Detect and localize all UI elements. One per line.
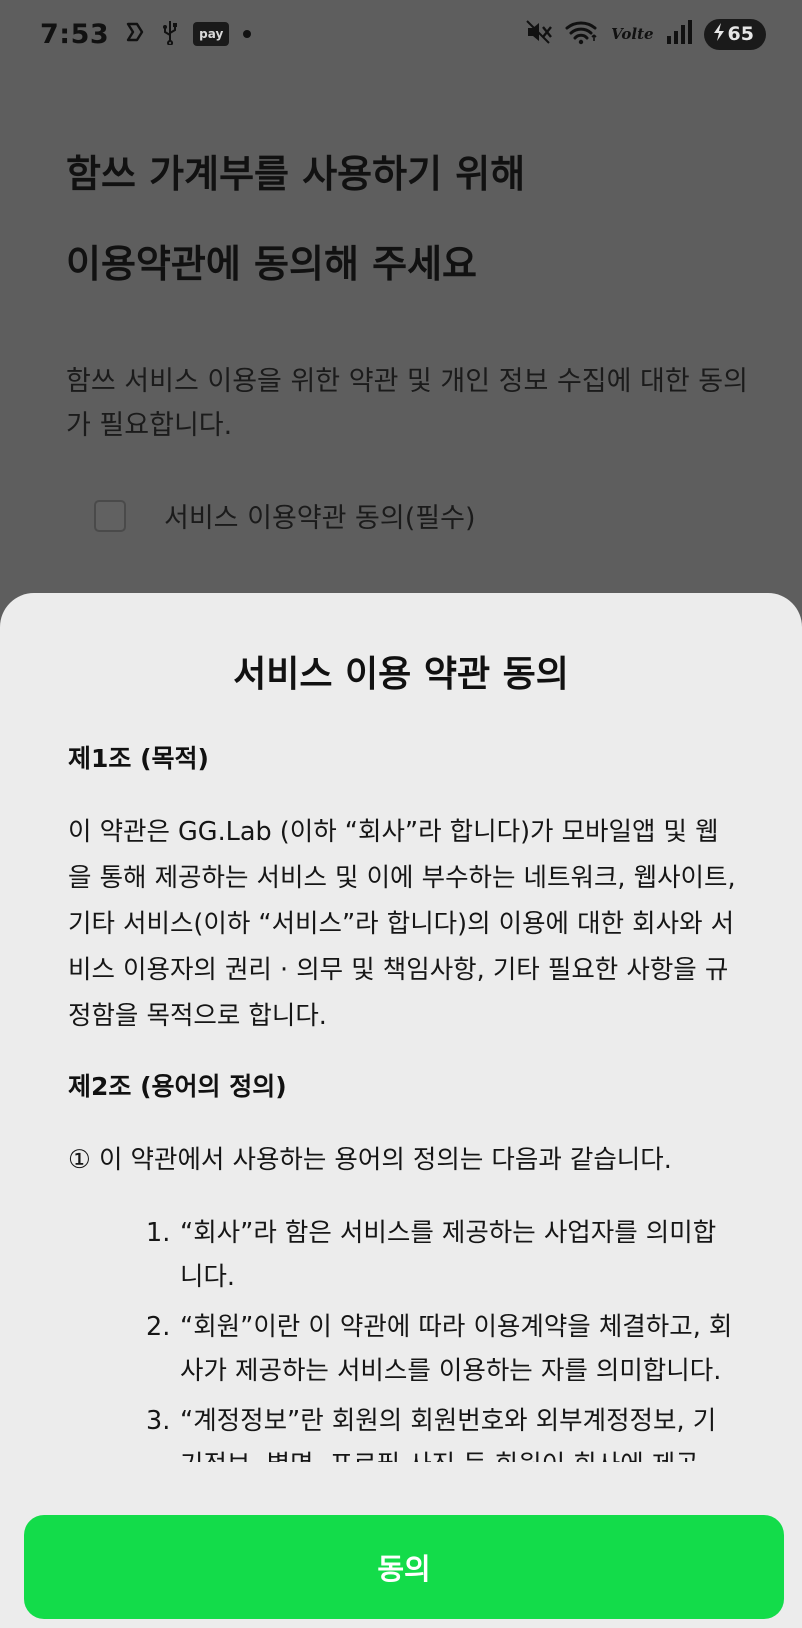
article-1-body: 이 약관은 GG.Lab (이하 “회사”라 합니다)가 모바일앱 및 웹을 통… [68,817,736,1031]
consent-row-service-terms[interactable]: 서비스 이용약관 동의(필수) [94,496,756,535]
charging-icon [712,22,726,47]
list-item: 3. “계정정보”란 회원의 회원번호와 외부계정정보, 기기정보, 별명, 프… [146,1399,736,1462]
background-content: 함쓰 가계부를 사용하기 위해 이용약관에 동의해 주세요 함쓰 서비스 이용을… [66,130,756,535]
list-item-number: 1. [146,1218,171,1248]
dot-icon [243,30,252,38]
network-label: Volte [611,25,654,43]
definition-list: 1. “회사”라 함은 서비스를 제공하는 사업자를 의미합니다. 2. “회원… [68,1211,736,1462]
headline-line-1: 함쓰 가계부를 사용하기 위해 [66,152,526,196]
battery-level: 65 [727,23,754,45]
status-bar: 7:53 pay Volte 65 [0,0,802,68]
terms-scroll-area[interactable]: 제1조 (목적) 이 약관은 GG.Lab (이하 “회사”라 합니다)가 모바… [0,727,802,1462]
list-item: 2. “회원”이란 이 약관에 따라 이용계약을 체결하고, 회사가 제공하는 … [146,1305,736,1393]
list-item-text: “회사”라 함은 서비스를 제공하는 사업자를 의미합니다. [180,1218,717,1292]
list-item-number: 3. [146,1406,171,1436]
list-item-text: “회원”이란 이 약관에 따라 이용계약을 체결하고, 회사가 제공하는 서비스… [180,1312,733,1386]
article-1-title: 제1조 (목적) [68,744,209,773]
list-item: 1. “회사”라 함은 서비스를 제공하는 사업자를 의미합니다. [146,1211,736,1299]
signal-icon [666,19,692,49]
status-time: 7:53 [40,18,110,50]
list-item-text: “계정정보”란 회원의 회원번호와 외부계정정보, 기기정보, 별명, 프로필 … [180,1406,717,1462]
consent-label: 서비스 이용약관 동의(필수) [164,503,476,534]
pay-icon: pay [193,22,230,46]
status-right: Volte 65 [525,18,766,50]
subtext: 함쓰 서비스 이용을 위한 약관 및 개인 정보 수집에 대한 동의가 필요합니… [66,366,748,441]
mute-icon [525,19,553,49]
status-left: 7:53 pay [40,18,252,50]
article-2-title: 제2조 (용어의 정의) [68,1072,287,1101]
terms-bottom-sheet: 서비스 이용 약관 동의 제1조 (목적) 이 약관은 GG.Lab (이하 “… [0,593,802,1628]
usb-icon [161,19,179,49]
headline-line-2: 이용약관에 동의해 주세요 [66,242,478,286]
battery-indicator: 65 [703,18,766,50]
list-item-number: 2. [146,1312,171,1342]
consent-checkbox[interactable] [94,499,126,532]
shield-icon [123,20,147,48]
article-2-intro: ① 이 약관에서 사용하는 용어의 정의는 다음과 같습니다. [68,1145,672,1175]
wifi-icon [565,19,599,49]
agree-button[interactable]: 동의 [24,1515,784,1619]
sheet-title: 서비스 이용 약관 동의 [233,654,569,695]
